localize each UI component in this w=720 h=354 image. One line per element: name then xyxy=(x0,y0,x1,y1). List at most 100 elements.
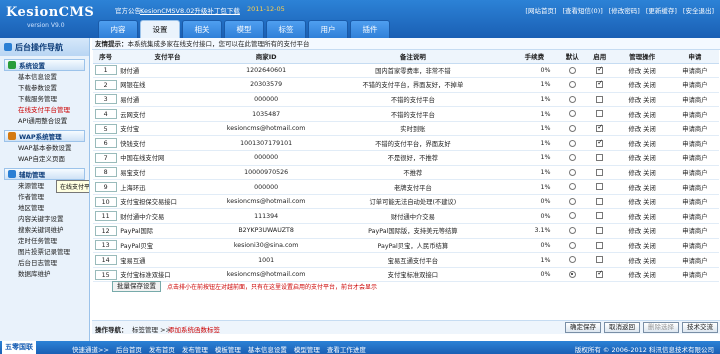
footer-link[interactable]: 快速通道>> xyxy=(72,344,109,354)
default-radio[interactable] xyxy=(568,241,576,249)
footer-link[interactable]: 基本信息设置 xyxy=(248,344,287,354)
enable-checkbox[interactable] xyxy=(596,227,604,235)
close-link[interactable]: 关闭 xyxy=(643,272,656,279)
order-input[interactable]: 12 xyxy=(94,225,117,236)
tech-exchange-button[interactable]: 技术交流 xyxy=(682,322,718,333)
apply-merchant-link[interactable]: 申请商户 xyxy=(682,155,707,162)
sidebar-item[interactable]: 下载参数设置 xyxy=(0,83,89,94)
close-link[interactable]: 关闭 xyxy=(643,155,656,162)
edit-link[interactable]: 修改 xyxy=(629,82,642,89)
sidebar-group[interactable]: 辅助管理 xyxy=(4,168,85,180)
default-radio[interactable] xyxy=(568,66,576,74)
edit-link[interactable]: 修改 xyxy=(629,258,642,265)
close-link[interactable]: 关闭 xyxy=(643,126,656,133)
change-password-link[interactable]: [修改密码] xyxy=(609,5,640,15)
close-link[interactable]: 关闭 xyxy=(643,68,656,75)
apply-merchant-link[interactable]: 申请商户 xyxy=(682,82,707,89)
order-input[interactable]: 6 xyxy=(94,138,117,149)
close-link[interactable]: 关闭 xyxy=(643,214,656,221)
default-radio[interactable] xyxy=(568,197,576,205)
enable-checkbox[interactable] xyxy=(596,138,604,147)
footer-link[interactable]: 后台首页 xyxy=(116,344,142,354)
edit-link[interactable]: 修改 xyxy=(629,199,642,206)
sidebar-item[interactable]: 内容关键字设置 xyxy=(0,214,89,225)
edit-link[interactable]: 修改 xyxy=(629,185,642,192)
sidebar-item[interactable]: 搜索关键词维护 xyxy=(0,225,89,236)
close-link[interactable]: 关闭 xyxy=(643,112,656,119)
close-link[interactable]: 关闭 xyxy=(643,82,656,89)
sidebar-item[interactable]: WAP自定义页面 xyxy=(0,154,89,165)
edit-link[interactable]: 修改 xyxy=(629,228,642,235)
close-link[interactable]: 关闭 xyxy=(643,97,656,104)
add-function-label-link[interactable]: 添加系统函数标签 xyxy=(168,324,220,334)
edit-link[interactable]: 修改 xyxy=(629,272,642,279)
apply-merchant-link[interactable]: 申请商户 xyxy=(682,68,707,75)
enable-checkbox[interactable] xyxy=(596,212,604,220)
apply-merchant-link[interactable]: 申请商户 xyxy=(682,228,707,235)
sidebar-item[interactable]: 定时任务管理 xyxy=(0,236,89,247)
edit-link[interactable]: 修改 xyxy=(629,214,642,221)
enable-checkbox[interactable] xyxy=(596,65,604,74)
order-input[interactable]: 3 xyxy=(94,94,117,105)
tab-settings[interactable]: 设置 xyxy=(140,20,180,38)
tab-users[interactable]: 用户 xyxy=(308,20,348,38)
enable-checkbox[interactable] xyxy=(596,168,604,176)
enable-checkbox[interactable] xyxy=(596,110,604,118)
sidebar-item[interactable]: 图片投票记录管理 xyxy=(0,247,89,258)
footer-link[interactable]: 模型管理 xyxy=(294,344,320,354)
enable-checkbox[interactable] xyxy=(596,241,604,249)
order-input[interactable]: 9 xyxy=(94,182,117,193)
order-input[interactable]: 13 xyxy=(94,240,117,251)
footer-link[interactable]: 查看工作进度 xyxy=(327,344,366,354)
apply-merchant-link[interactable]: 申请商户 xyxy=(682,126,707,133)
default-radio[interactable] xyxy=(568,270,576,278)
tab-models[interactable]: 模型 xyxy=(224,20,264,38)
order-input[interactable]: 15 xyxy=(94,269,117,280)
edit-link[interactable]: 修改 xyxy=(629,243,642,250)
sidebar-item[interactable]: 数据库维护 xyxy=(0,269,89,280)
default-radio[interactable] xyxy=(568,81,576,89)
default-radio[interactable] xyxy=(568,154,576,162)
footer-link[interactable]: 发布首页 xyxy=(149,344,175,354)
tab-related[interactable]: 相关 xyxy=(182,20,222,38)
order-input[interactable]: 14 xyxy=(94,255,117,266)
default-radio[interactable] xyxy=(568,183,576,191)
default-radio[interactable] xyxy=(568,110,576,118)
messages-link[interactable]: [查看短信(0)] xyxy=(562,5,602,15)
tab-content[interactable]: 内容 xyxy=(98,20,138,38)
apply-merchant-link[interactable]: 申请商户 xyxy=(682,199,707,206)
order-input[interactable]: 10 xyxy=(94,196,117,207)
apply-merchant-link[interactable]: 申请商户 xyxy=(682,185,707,192)
order-input[interactable]: 11 xyxy=(94,211,117,222)
default-radio[interactable] xyxy=(568,256,576,264)
default-radio[interactable] xyxy=(568,168,576,176)
footer-link[interactable]: 发布管理 xyxy=(182,344,208,354)
confirm-save-button[interactable]: 确定保存 xyxy=(565,322,601,333)
logout-link[interactable]: [安全退出] xyxy=(683,5,714,15)
order-input[interactable]: 1 xyxy=(94,65,117,76)
edit-link[interactable]: 修改 xyxy=(629,68,642,75)
enable-checkbox[interactable] xyxy=(596,95,604,103)
sidebar-item[interactable]: 地区管理 xyxy=(0,203,89,214)
close-link[interactable]: 关闭 xyxy=(643,258,656,265)
home-link[interactable]: [网站首页] xyxy=(525,5,556,15)
edit-link[interactable]: 修改 xyxy=(629,126,642,133)
sidebar-item[interactable]: API通用整合设置 xyxy=(0,116,89,127)
announce-link[interactable]: KesionCMSV8.02升级补丁包下载 xyxy=(140,5,240,15)
sidebar-item[interactable]: WAP基本参数设置 xyxy=(0,143,89,154)
order-input[interactable]: 8 xyxy=(94,167,117,178)
sidebar-item[interactable]: 作者管理 xyxy=(0,192,89,203)
footer-link[interactable]: 模板管理 xyxy=(215,344,241,354)
enable-checkbox[interactable] xyxy=(596,269,604,278)
cancel-back-button[interactable]: 取消返回 xyxy=(604,322,640,333)
tab-plugins[interactable]: 插件 xyxy=(350,20,390,38)
apply-merchant-link[interactable]: 申请商户 xyxy=(682,112,707,119)
default-radio[interactable] xyxy=(568,95,576,103)
close-link[interactable]: 关闭 xyxy=(643,141,656,148)
default-radio[interactable] xyxy=(568,124,576,132)
order-input[interactable]: 4 xyxy=(94,109,117,120)
apply-merchant-link[interactable]: 申请商户 xyxy=(682,243,707,250)
delete-selected-button[interactable]: 删除选择 xyxy=(643,322,679,333)
enable-checkbox[interactable] xyxy=(596,123,604,132)
sidebar-group[interactable]: WAP系统管理 xyxy=(4,130,85,142)
